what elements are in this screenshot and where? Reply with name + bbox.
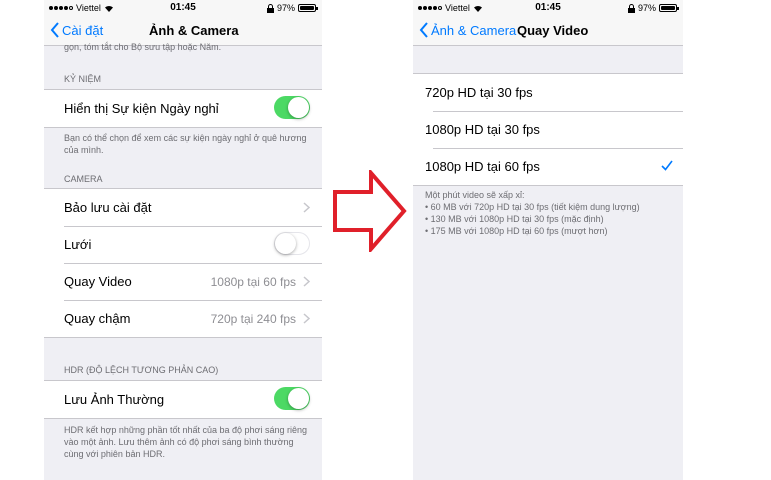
back-button-label: Cài đặt: [62, 22, 104, 38]
toggle-knob: [275, 233, 296, 254]
option-720p-30fps[interactable]: 720p HD tại 30 fps: [413, 74, 683, 111]
page-title: Quay Video: [517, 23, 589, 38]
chevron-right-icon: [303, 202, 310, 213]
status-bar: Viettel 01:45 97%: [44, 0, 322, 16]
hdr-group: Lưu Ảnh Thường: [44, 380, 322, 419]
memories-group: Hiển thị Sự kiện Ngày nghỉ: [44, 89, 322, 128]
row-value: 720p tại 240 fps: [210, 311, 296, 326]
row-label: Lưới: [64, 237, 92, 252]
video-size-footer: Một phút video sẽ xấp xỉ: • 60 MB với 72…: [425, 189, 669, 237]
hdr-footer-text: HDR kết hợp những phần tốt nhất của ba đ…: [64, 425, 307, 459]
back-button-label: Ảnh & Camera: [431, 22, 517, 38]
back-button[interactable]: Cài đặt: [50, 22, 103, 38]
preserve-settings-row[interactable]: Bảo lưu cài đặt: [44, 189, 322, 226]
page-title: Ảnh & Camera: [149, 23, 239, 38]
back-button[interactable]: Ảnh & Camera: [419, 22, 516, 38]
lock-icon: [627, 3, 635, 13]
keep-normal-photo-row[interactable]: Lưu Ảnh Thường: [44, 381, 322, 418]
chevron-left-icon: [50, 22, 59, 38]
row-label: Hiển thị Sự kiện Ngày nghỉ: [64, 101, 219, 116]
section-header-hdr: HDR (ĐỘ LỆCH TƯƠNG PHẢN CAO): [64, 365, 219, 375]
keep-normal-photo-toggle[interactable]: [274, 387, 310, 410]
row-label: Quay Video: [64, 274, 132, 289]
toggle-knob: [288, 388, 309, 409]
slow-motion-row[interactable]: Quay chậm 720p tại 240 fps: [44, 300, 322, 337]
battery-percent: 97%: [637, 3, 656, 13]
checkmark-icon: [661, 160, 673, 171]
holiday-events-toggle[interactable]: [274, 96, 310, 119]
section-header-camera: CAMERA: [64, 174, 103, 184]
footer-line: • 130 MB với 1080p HD tại 30 fps (mặc đị…: [425, 214, 604, 224]
settings-photos-camera-screen: Viettel 01:45 97% Cài đặt Ảnh & Camera g…: [44, 0, 322, 480]
option-label: 1080p HD tại 30 fps: [425, 122, 540, 137]
video-format-group: 720p HD tại 30 fps 1080p HD tại 30 fps 1…: [413, 73, 683, 186]
footer-intro: Một phút video sẽ xấp xỉ:: [425, 190, 525, 200]
grid-row[interactable]: Lưới: [44, 226, 322, 263]
arrow-right-icon: [333, 170, 407, 252]
record-video-row[interactable]: Quay Video 1080p tại 60 fps: [44, 263, 322, 300]
footer-line: • 60 MB với 720p HD tại 30 fps (tiết kiệ…: [425, 202, 640, 212]
battery-percent: 97%: [276, 3, 295, 13]
record-video-screen: Viettel 01:45 97% Ảnh & Camera Quay Vide…: [413, 0, 683, 480]
row-value: 1080p tại 60 fps: [210, 274, 296, 289]
row-label: Quay chậm: [64, 311, 131, 326]
footer-line: • 175 MB với 1080p HD tại 60 fps (mượt h…: [425, 226, 608, 236]
collections-footer-text: gọn, tóm tắt cho Bộ sưu tập hoặc Năm.: [64, 42, 222, 52]
chevron-left-icon: [419, 22, 428, 38]
option-label: 1080p HD tại 60 fps: [425, 159, 540, 174]
row-label: Lưu Ảnh Thường: [64, 392, 165, 407]
chevron-right-icon: [303, 276, 310, 287]
battery-icon: [659, 4, 679, 12]
chevron-right-icon: [303, 313, 310, 324]
grid-toggle[interactable]: [274, 232, 310, 255]
navigation-bar: Ảnh & Camera Quay Video: [413, 16, 683, 46]
status-bar: Viettel 01:45 97%: [413, 0, 683, 16]
lock-icon: [266, 3, 274, 13]
battery-icon: [298, 4, 318, 12]
option-label: 720p HD tại 30 fps: [425, 85, 533, 100]
memories-footer-text: Bạn có thể chọn để xem các sự kiện ngày …: [64, 133, 307, 155]
option-1080p-30fps[interactable]: 1080p HD tại 30 fps: [413, 111, 683, 148]
section-header-memories: KỶ NIỆM: [64, 74, 102, 84]
camera-group: Bảo lưu cài đặt Lưới Quay Video 1080p tạ…: [44, 188, 322, 338]
holiday-events-row[interactable]: Hiển thị Sự kiện Ngày nghỉ: [44, 90, 322, 127]
row-label: Bảo lưu cài đặt: [64, 200, 152, 215]
option-1080p-60fps[interactable]: 1080p HD tại 60 fps: [413, 148, 683, 185]
toggle-knob: [288, 97, 309, 118]
